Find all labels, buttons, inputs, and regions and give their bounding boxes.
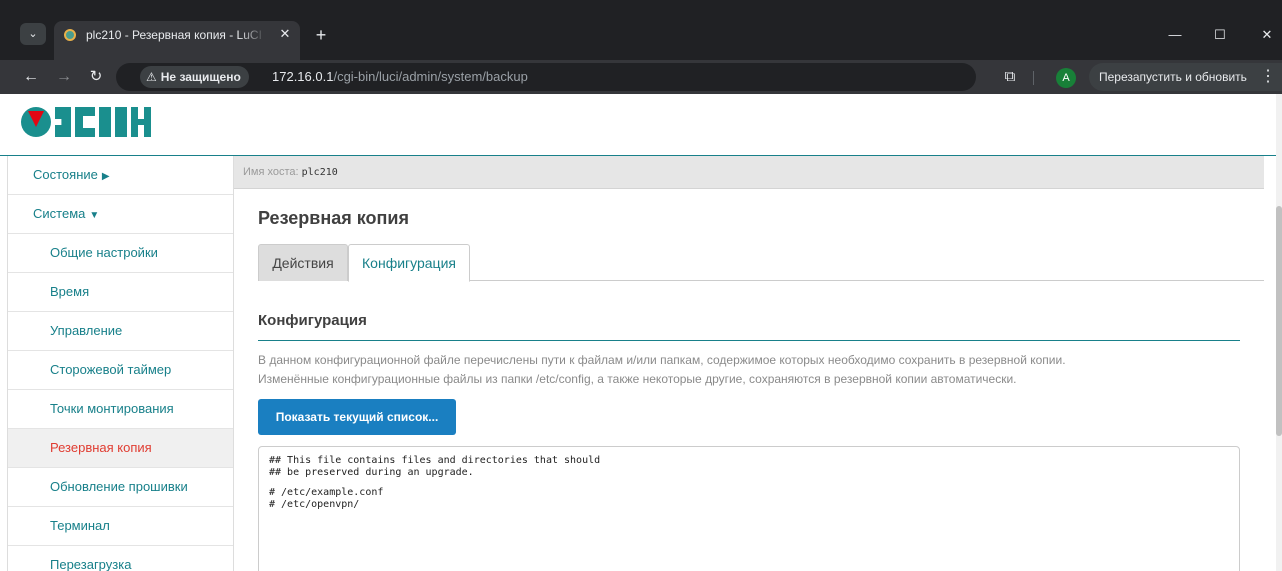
- hostname-value: plc210: [301, 167, 338, 178]
- main-content: Имя хоста: plc210 Резервная копия Действ…: [234, 156, 1264, 571]
- profile-avatar[interactable]: A: [1056, 68, 1076, 88]
- config-textarea[interactable]: ## This file contains files and director…: [258, 446, 1240, 571]
- page-viewport: Состояние ▶ Система ▼ Общие настройки Врем…: [0, 94, 1282, 571]
- sidebar-item-system[interactable]: Система ▼: [8, 195, 233, 234]
- tab-actions[interactable]: Действия: [258, 244, 348, 281]
- minimize-icon[interactable]: —: [1160, 25, 1190, 45]
- editor-line: ## This file contains files and director…: [269, 455, 601, 466]
- url-path: /cgi-bin/luci/admin/system/backup: [333, 69, 528, 84]
- logo-letter-n-mid: [115, 107, 127, 137]
- toolbar-divider: [1033, 71, 1034, 85]
- section-title: Конфигурация: [258, 312, 367, 329]
- hostname-bar: Имя хоста: plc210: [234, 156, 1264, 189]
- sidebar-item-watchdog[interactable]: Сторожевой таймер: [8, 351, 233, 390]
- sidebar-item-administration[interactable]: Управление: [8, 312, 233, 351]
- new-tab-button[interactable]: +: [310, 24, 332, 46]
- security-chip[interactable]: ⚠ Не защищено: [140, 66, 249, 88]
- url-text[interactable]: 172.16.0.1/cgi-bin/luci/admin/system/bac…: [272, 68, 528, 86]
- page-title: Резервная копия: [258, 208, 409, 228]
- browser-toolbar: ← → ↻ ⚠ Не защищено 172.16.0.1/cgi-bin/lu…: [0, 60, 1282, 94]
- sidebar-item-status[interactable]: Состояние ▶: [8, 156, 233, 195]
- tab-search-chevron-icon[interactable]: ⌄: [20, 23, 46, 45]
- logo-letter-e: [75, 107, 95, 137]
- browser-tab[interactable]: plc210 - Резервная копия - LuCI ✕: [54, 21, 300, 60]
- sidebar-item-label: Система: [33, 206, 86, 221]
- sidebar-item-mount-points[interactable]: Точки монтирования: [8, 390, 233, 429]
- sidebar-item-general-settings[interactable]: Общие настройки: [8, 234, 233, 273]
- editor-line: # /etc/openvpn/: [269, 499, 360, 510]
- editor-line: ## be preserved during an upgrade.: [269, 467, 474, 478]
- sidebar-item-terminal[interactable]: Терминал: [8, 507, 233, 546]
- hostname-label: Имя хоста:: [243, 166, 299, 178]
- url-host: 172.16.0.1: [272, 69, 334, 84]
- reload-icon[interactable]: ↻: [85, 66, 107, 88]
- description-line-1: В данном конфигурационной файле перечисл…: [258, 353, 1066, 367]
- page-scrollbar[interactable]: [1276, 94, 1282, 571]
- tab-strip: Действия Конфигурация: [258, 244, 1264, 282]
- sidebar-item-reboot[interactable]: Перезагрузка: [8, 546, 233, 571]
- tab-close-icon[interactable]: ✕: [276, 25, 294, 43]
- maximize-icon[interactable]: ☐: [1205, 25, 1235, 45]
- logo-letter-h: [131, 107, 151, 137]
- logo-letter-v: [55, 107, 71, 137]
- forward-arrow-icon[interactable]: →: [53, 66, 75, 88]
- sidebar-item-backup[interactable]: Резервная копия: [8, 429, 233, 468]
- section-divider: [258, 340, 1240, 341]
- logo-o-mark: [21, 107, 51, 137]
- logo-letter-n-left: [99, 107, 111, 137]
- kebab-menu-icon[interactable]: ⋮: [1260, 63, 1276, 91]
- section-description: В данном конфигурационной файле перечисл…: [258, 351, 1258, 389]
- description-line-2: Изменённые конфигурационные файлы из пап…: [258, 372, 1017, 386]
- tab-title: plc210 - Резервная копия - LuCI: [86, 28, 262, 42]
- scrollbar-thumb[interactable]: [1276, 206, 1282, 436]
- caret-down-icon: ▼: [89, 210, 100, 221]
- sidebar-nav: Состояние ▶ Система ▼ Общие настройки Врем…: [7, 156, 234, 571]
- relaunch-label: Перезапустить и обновить: [1099, 70, 1247, 84]
- show-current-list-button[interactable]: Показать текущий список...: [258, 399, 456, 435]
- back-arrow-icon[interactable]: ←: [20, 66, 42, 88]
- page-header: [0, 94, 1276, 156]
- address-bar[interactable]: ⚠ Не защищено 172.16.0.1/cgi-bin/luci/adm…: [116, 63, 1074, 91]
- extensions-puzzle-icon[interactable]: ⧉: [999, 66, 1021, 88]
- warning-triangle-icon: ⚠: [146, 70, 157, 84]
- tab-configuration[interactable]: Конфигурация: [348, 244, 470, 282]
- window-close-icon[interactable]: ✕: [1252, 25, 1282, 45]
- sidebar-item-firmware-update[interactable]: Обновление прошивки: [8, 468, 233, 507]
- browser-tab-strip: ⌄ plc210 - Резервная копия - LuCI ✕ + — …: [0, 0, 1282, 60]
- relaunch-update-button[interactable]: Перезапустить и обновить ⋮: [1089, 63, 1282, 91]
- favicon-icon: [64, 29, 76, 41]
- security-label: Не защищено: [160, 70, 241, 84]
- sidebar-item-time[interactable]: Время: [8, 273, 233, 312]
- editor-line: # /etc/example.conf: [269, 487, 384, 498]
- sidebar-item-label: Состояние: [33, 167, 98, 182]
- caret-right-icon: ▶: [101, 171, 110, 182]
